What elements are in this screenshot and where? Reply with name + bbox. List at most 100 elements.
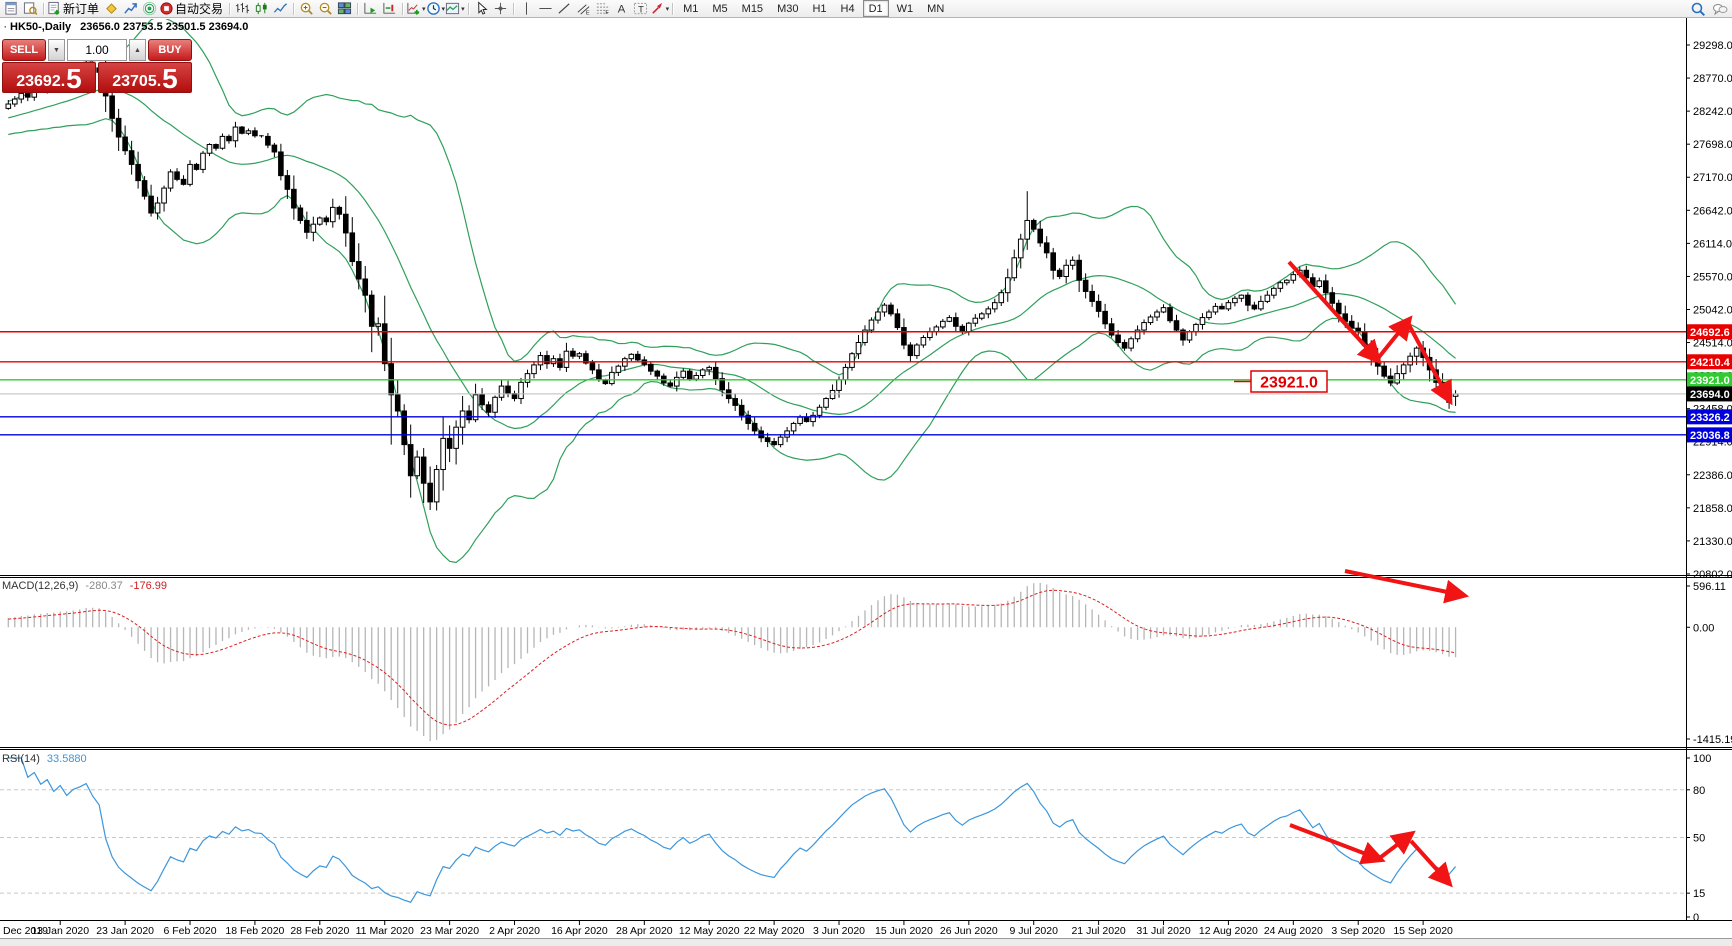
svg-text:29298.0: 29298.0 <box>1693 40 1732 52</box>
tile-windows-icon <box>337 1 352 16</box>
tf-button-m1[interactable]: M1 <box>677 0 704 17</box>
macd-main-value: -280.37 <box>85 580 122 592</box>
zoom-out-button[interactable] <box>316 1 335 17</box>
toolbar-separator <box>229 2 231 15</box>
svg-text:23326.2: 23326.2 <box>1690 412 1730 424</box>
tf-button-m5[interactable]: M5 <box>706 0 733 17</box>
trading-platform-window: 新订单 自动交易 ▾ ▾ ▾ E F A T ▾ M1 M5 M15 M30 H1 H4 D1 W1 MN · HK5… <box>0 0 1732 946</box>
crosshair-button[interactable] <box>491 1 510 17</box>
svg-text:0.00: 0.00 <box>1693 622 1714 634</box>
line-chart-button[interactable] <box>271 1 290 17</box>
auto-trading-icon <box>159 1 174 16</box>
cursor-button[interactable] <box>472 1 491 17</box>
svg-text:2 Apr 2020: 2 Apr 2020 <box>489 925 540 937</box>
equidistant-channel-button[interactable]: E <box>574 1 593 17</box>
rsi-panel[interactable] <box>0 757 1686 903</box>
volume-increase-button[interactable]: ▲ <box>129 39 146 61</box>
svg-text:0: 0 <box>1693 912 1699 924</box>
new-chart-button[interactable] <box>2 1 21 17</box>
chart-collapse-icon[interactable]: · <box>4 22 7 32</box>
chart-profiles-icon <box>23 1 38 16</box>
fibonacci-retracement-button[interactable]: F <box>593 1 612 17</box>
drawn-annotations[interactable]: 23921.0 <box>1234 260 1470 888</box>
chart-shift-button[interactable] <box>380 1 399 17</box>
volume-field[interactable]: 1.00 <box>67 39 127 61</box>
chat-icon[interactable] <box>1712 1 1728 17</box>
templates-dropdown-icon[interactable]: ▾ <box>461 5 465 13</box>
text-button[interactable]: A <box>612 1 631 17</box>
vertical-line-button[interactable] <box>517 1 536 17</box>
svg-text:3 Sep 2020: 3 Sep 2020 <box>1331 925 1385 937</box>
history-center-button[interactable] <box>102 1 121 17</box>
svg-text:22386.0: 22386.0 <box>1693 470 1732 482</box>
toolbar-separator <box>43 2 44 15</box>
publish-button[interactable] <box>121 1 140 17</box>
publish-icon <box>123 1 138 16</box>
tf-button-h1[interactable]: H1 <box>806 0 832 17</box>
text-icon: A <box>614 1 629 16</box>
tf-button-mn[interactable]: MN <box>921 0 950 17</box>
macd-panel[interactable] <box>7 583 1457 741</box>
svg-text:9 Jul 2020: 9 Jul 2020 <box>1009 925 1058 937</box>
candlestick-chart-button[interactable] <box>252 1 271 17</box>
arrow-objects-icon <box>650 1 665 16</box>
zoom-in-button[interactable] <box>297 1 316 17</box>
rsi-label: RSI(14) 33.5880 <box>2 753 87 765</box>
svg-text:E: E <box>585 11 589 16</box>
tile-windows-button[interactable] <box>335 1 354 17</box>
svg-text:22 May 2020: 22 May 2020 <box>744 925 805 937</box>
signals-button[interactable] <box>140 1 159 17</box>
vertical-line-icon <box>519 1 534 16</box>
volume-decrease-button[interactable]: ▼ <box>48 39 65 61</box>
sell-button[interactable]: SELL <box>2 39 46 61</box>
periods-button[interactable]: ▾ <box>426 1 445 17</box>
bar-chart-button[interactable] <box>233 1 252 17</box>
svg-text:3 Jun 2020: 3 Jun 2020 <box>813 925 865 937</box>
sell-price-tile[interactable]: 23692. 5 <box>2 62 96 93</box>
svg-text:23036.8: 23036.8 <box>1690 430 1730 442</box>
buy-price-tile[interactable]: 23705. 5 <box>98 62 192 93</box>
toolbar-separator <box>402 2 404 15</box>
tf-button-d1[interactable]: D1 <box>862 0 889 17</box>
tf-button-m30[interactable]: M30 <box>771 0 804 17</box>
fibonacci-retracement-icon: F <box>595 1 610 16</box>
auto-scroll-button[interactable] <box>361 1 380 17</box>
auto-trading-button[interactable]: 自动交易 <box>159 1 226 17</box>
svg-text:26 Jun 2020: 26 Jun 2020 <box>940 925 998 937</box>
toolbar-separator <box>467 2 469 15</box>
arrow-objects-dropdown-icon[interactable]: ▾ <box>666 5 670 13</box>
macd-signal-value: -176.99 <box>130 580 167 592</box>
new-chart-icon <box>4 1 19 16</box>
svg-text:27170.0: 27170.0 <box>1693 172 1732 184</box>
tf-button-h4[interactable]: H4 <box>835 0 861 17</box>
trendline-button[interactable] <box>555 1 574 17</box>
svg-text:23 Jan 2020: 23 Jan 2020 <box>96 925 154 937</box>
horizontal-level-lines[interactable] <box>0 331 1686 436</box>
buy-button[interactable]: BUY <box>148 39 192 61</box>
chart-title: · HK50-,Daily 23656.0 23753.5 23501.5 2369… <box>4 21 248 33</box>
candlestick-series[interactable] <box>5 54 1459 511</box>
indicators-button[interactable]: ▾ <box>406 1 426 17</box>
sell-price: 23692. <box>16 73 66 91</box>
arrow-objects-button[interactable]: ▾ <box>650 1 670 17</box>
rsi-indicator-name: RSI(14) <box>2 753 40 765</box>
svg-text:24 Aug 2020: 24 Aug 2020 <box>1264 925 1323 937</box>
price-axis[interactable]: 29298.0 28770.0 28242.0 27698.0 27170.0 26642… <box>1686 18 1732 924</box>
svg-text:12 Aug 2020: 12 Aug 2020 <box>1199 925 1258 937</box>
templates-button[interactable]: ▾ <box>445 1 465 17</box>
time-axis[interactable]: Dec 201913 Jan 2020 23 Jan 2020 6 Feb 2020… <box>3 921 1453 937</box>
svg-text:23921.0: 23921.0 <box>1690 375 1730 387</box>
svg-text:23 Mar 2020: 23 Mar 2020 <box>420 925 479 937</box>
svg-text:21330.0: 21330.0 <box>1693 536 1732 548</box>
horizontal-line-button[interactable] <box>536 1 555 17</box>
candlestick-chart-icon <box>254 1 269 16</box>
tf-button-w1[interactable]: W1 <box>891 0 920 17</box>
chart-profiles-button[interactable] <box>21 1 40 17</box>
search-icon[interactable] <box>1690 1 1706 17</box>
tf-button-m15[interactable]: M15 <box>736 0 769 17</box>
chart-canvas[interactable]: 29298.0 28770.0 28242.0 27698.0 27170.0 26642… <box>0 0 1732 946</box>
history-center-icon <box>104 1 119 16</box>
equidistant-channel-icon: E <box>576 1 591 16</box>
new-order-button[interactable]: 新订单 <box>47 1 102 17</box>
text-label-button[interactable]: T <box>631 1 650 17</box>
